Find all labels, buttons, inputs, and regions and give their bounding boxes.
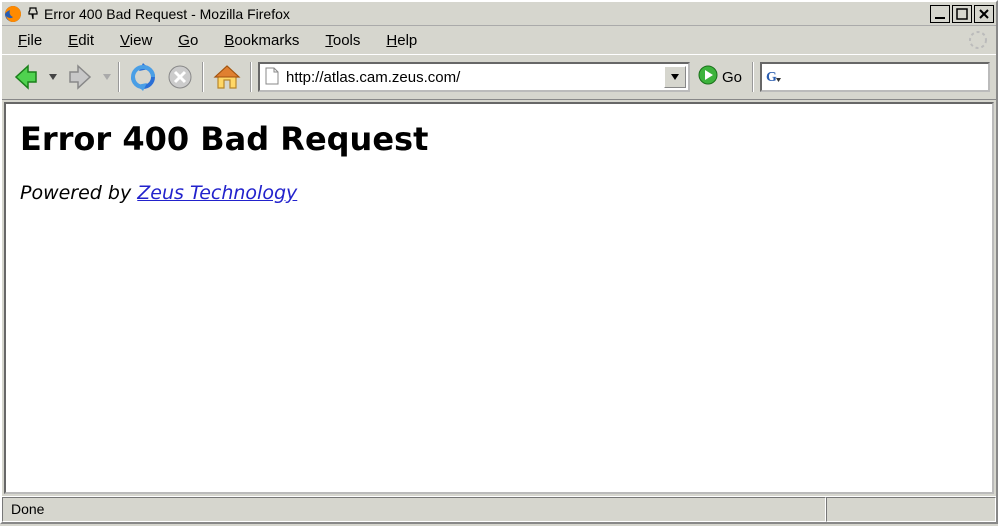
go-label: Go bbox=[722, 69, 742, 86]
menu-file[interactable]: File bbox=[8, 29, 52, 52]
close-button[interactable] bbox=[974, 5, 994, 23]
menu-view[interactable]: View bbox=[110, 29, 162, 52]
toolbar-separator bbox=[752, 62, 754, 92]
reload-button[interactable] bbox=[126, 60, 160, 94]
navigation-toolbar: Go G bbox=[2, 54, 996, 100]
powered-by-line: Powered by Zeus Technology bbox=[20, 182, 978, 204]
menu-bookmarks[interactable]: Bookmarks bbox=[214, 29, 309, 52]
menu-go[interactable]: Go bbox=[168, 29, 208, 52]
menubar: File Edit View Go Bookmarks Tools Help bbox=[2, 26, 996, 54]
firefox-icon bbox=[4, 5, 22, 23]
statusbar: Done bbox=[2, 496, 996, 522]
menu-help[interactable]: Help bbox=[376, 29, 427, 52]
menu-edit[interactable]: Edit bbox=[58, 29, 104, 52]
stop-button[interactable] bbox=[164, 60, 196, 94]
search-engine-icon[interactable]: G bbox=[766, 68, 784, 87]
search-bar[interactable]: G bbox=[760, 62, 990, 92]
page-content: Error 400 Bad Request Powered by Zeus Te… bbox=[4, 102, 994, 494]
back-history-dropdown[interactable] bbox=[48, 60, 58, 94]
search-input[interactable] bbox=[788, 69, 987, 86]
forward-history-dropdown[interactable] bbox=[102, 60, 112, 94]
svg-text:G: G bbox=[766, 70, 777, 84]
browser-window: Error 400 Bad Request - Mozilla Firefox … bbox=[0, 0, 998, 524]
url-bar[interactable] bbox=[258, 62, 690, 92]
status-progress bbox=[826, 497, 996, 522]
window-title: Error 400 Bad Request - Mozilla Firefox bbox=[44, 6, 930, 22]
toolbar-separator bbox=[250, 62, 252, 92]
pin-icon bbox=[26, 7, 40, 21]
url-history-dropdown[interactable] bbox=[664, 66, 686, 88]
maximize-button[interactable] bbox=[952, 5, 972, 23]
url-input[interactable] bbox=[286, 69, 658, 86]
forward-button[interactable] bbox=[62, 60, 98, 94]
go-button[interactable]: Go bbox=[694, 65, 746, 89]
error-heading: Error 400 Bad Request bbox=[20, 120, 978, 158]
minimize-button[interactable] bbox=[930, 5, 950, 23]
zeus-link[interactable]: Zeus Technology bbox=[137, 182, 297, 204]
menu-tools[interactable]: Tools bbox=[315, 29, 370, 52]
toolbar-separator bbox=[118, 62, 120, 92]
back-button[interactable] bbox=[8, 60, 44, 94]
home-button[interactable] bbox=[210, 60, 244, 94]
window-controls bbox=[930, 5, 994, 23]
go-icon bbox=[698, 65, 718, 89]
page-icon bbox=[264, 67, 280, 88]
toolbar-separator bbox=[202, 62, 204, 92]
titlebar[interactable]: Error 400 Bad Request - Mozilla Firefox bbox=[2, 2, 996, 26]
status-text: Done bbox=[2, 497, 826, 522]
activity-throbber-icon bbox=[968, 30, 988, 50]
powered-by-prefix: Powered by bbox=[20, 182, 137, 204]
